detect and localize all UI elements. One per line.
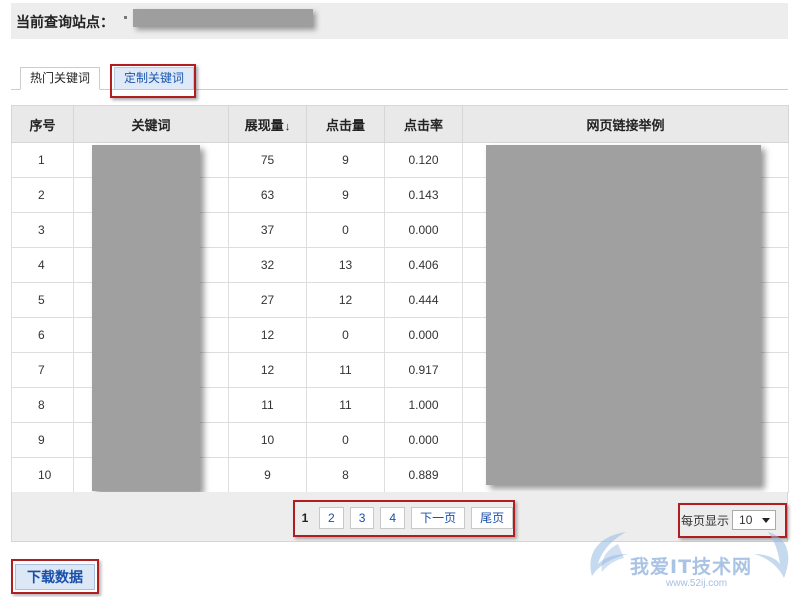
sort-down-icon: ↓ bbox=[284, 120, 291, 133]
column-header-index: 序号 bbox=[11, 105, 74, 143]
table-header-row: 序号 关键词 展现量↓ 点击量 点击率 网页链接举例 bbox=[11, 105, 789, 143]
cell-ctr: 0.406 bbox=[384, 247, 463, 283]
cell-clicks: 8 bbox=[306, 457, 385, 493]
cell-ctr: 0.000 bbox=[384, 212, 463, 248]
cell-ctr: 1.000 bbox=[384, 387, 463, 423]
watermark-text: 我爱IT技术网 bbox=[630, 556, 753, 578]
cell-clicks: 0 bbox=[306, 317, 385, 353]
tab-hot-keywords[interactable]: 热门关键词 bbox=[20, 67, 101, 90]
cell-index: 1 bbox=[11, 142, 74, 178]
cell-clicks: 0 bbox=[306, 422, 385, 458]
cell-impressions: 63 bbox=[228, 177, 307, 213]
cell-ctr: 0.000 bbox=[384, 317, 463, 353]
cell-impressions: 10 bbox=[228, 422, 307, 458]
column-header-url-example: 网页链接举例 bbox=[462, 105, 789, 143]
column-header-impressions[interactable]: 展现量↓ bbox=[228, 105, 307, 143]
cell-index: 6 bbox=[11, 317, 74, 353]
cell-clicks: 13 bbox=[306, 247, 385, 283]
cell-ctr: 0.889 bbox=[384, 457, 463, 493]
cell-impressions: 37 bbox=[228, 212, 307, 248]
cell-index: 4 bbox=[11, 247, 74, 283]
cell-clicks: 11 bbox=[306, 352, 385, 388]
cell-clicks: 9 bbox=[306, 142, 385, 178]
site-query-bar: 当前查询站点： bbox=[11, 3, 788, 39]
cell-impressions: 12 bbox=[228, 317, 307, 353]
site-label: 当前查询站点： bbox=[16, 14, 114, 30]
cell-ctr: 0.120 bbox=[384, 142, 463, 178]
site-value-dot bbox=[124, 16, 127, 19]
cell-index: 2 bbox=[11, 177, 74, 213]
watermark-url: www.52ij.com bbox=[666, 578, 728, 589]
highlight-box-custom-tab bbox=[110, 64, 196, 98]
cell-ctr: 0.000 bbox=[384, 422, 463, 458]
cell-ctr: 0.444 bbox=[384, 282, 463, 318]
cell-impressions: 32 bbox=[228, 247, 307, 283]
highlight-box-per-page bbox=[678, 503, 787, 538]
cell-index: 10 bbox=[11, 457, 74, 493]
column-header-keyword: 关键词 bbox=[73, 105, 229, 143]
cell-index: 7 bbox=[11, 352, 74, 388]
highlight-box-pagination bbox=[293, 500, 515, 537]
cell-ctr: 0.143 bbox=[384, 177, 463, 213]
highlight-box-download bbox=[11, 559, 99, 594]
cell-impressions: 12 bbox=[228, 352, 307, 388]
cell-index: 9 bbox=[11, 422, 74, 458]
column-header-ctr: 点击率 bbox=[384, 105, 463, 143]
cell-ctr: 0.917 bbox=[384, 352, 463, 388]
url-column-redacted bbox=[486, 145, 761, 485]
cell-impressions: 9 bbox=[228, 457, 307, 493]
site-value-redacted bbox=[133, 9, 313, 27]
cell-clicks: 9 bbox=[306, 177, 385, 213]
column-header-impressions-label: 展现量 bbox=[244, 117, 284, 133]
cell-index: 3 bbox=[11, 212, 74, 248]
column-header-clicks: 点击量 bbox=[306, 105, 385, 143]
cell-clicks: 11 bbox=[306, 387, 385, 423]
cell-index: 5 bbox=[11, 282, 74, 318]
cell-clicks: 12 bbox=[306, 282, 385, 318]
cell-impressions: 27 bbox=[228, 282, 307, 318]
cell-index: 8 bbox=[11, 387, 74, 423]
keyword-column-redacted bbox=[92, 145, 200, 491]
cell-clicks: 0 bbox=[306, 212, 385, 248]
cell-impressions: 75 bbox=[228, 142, 307, 178]
cell-impressions: 11 bbox=[228, 387, 307, 423]
